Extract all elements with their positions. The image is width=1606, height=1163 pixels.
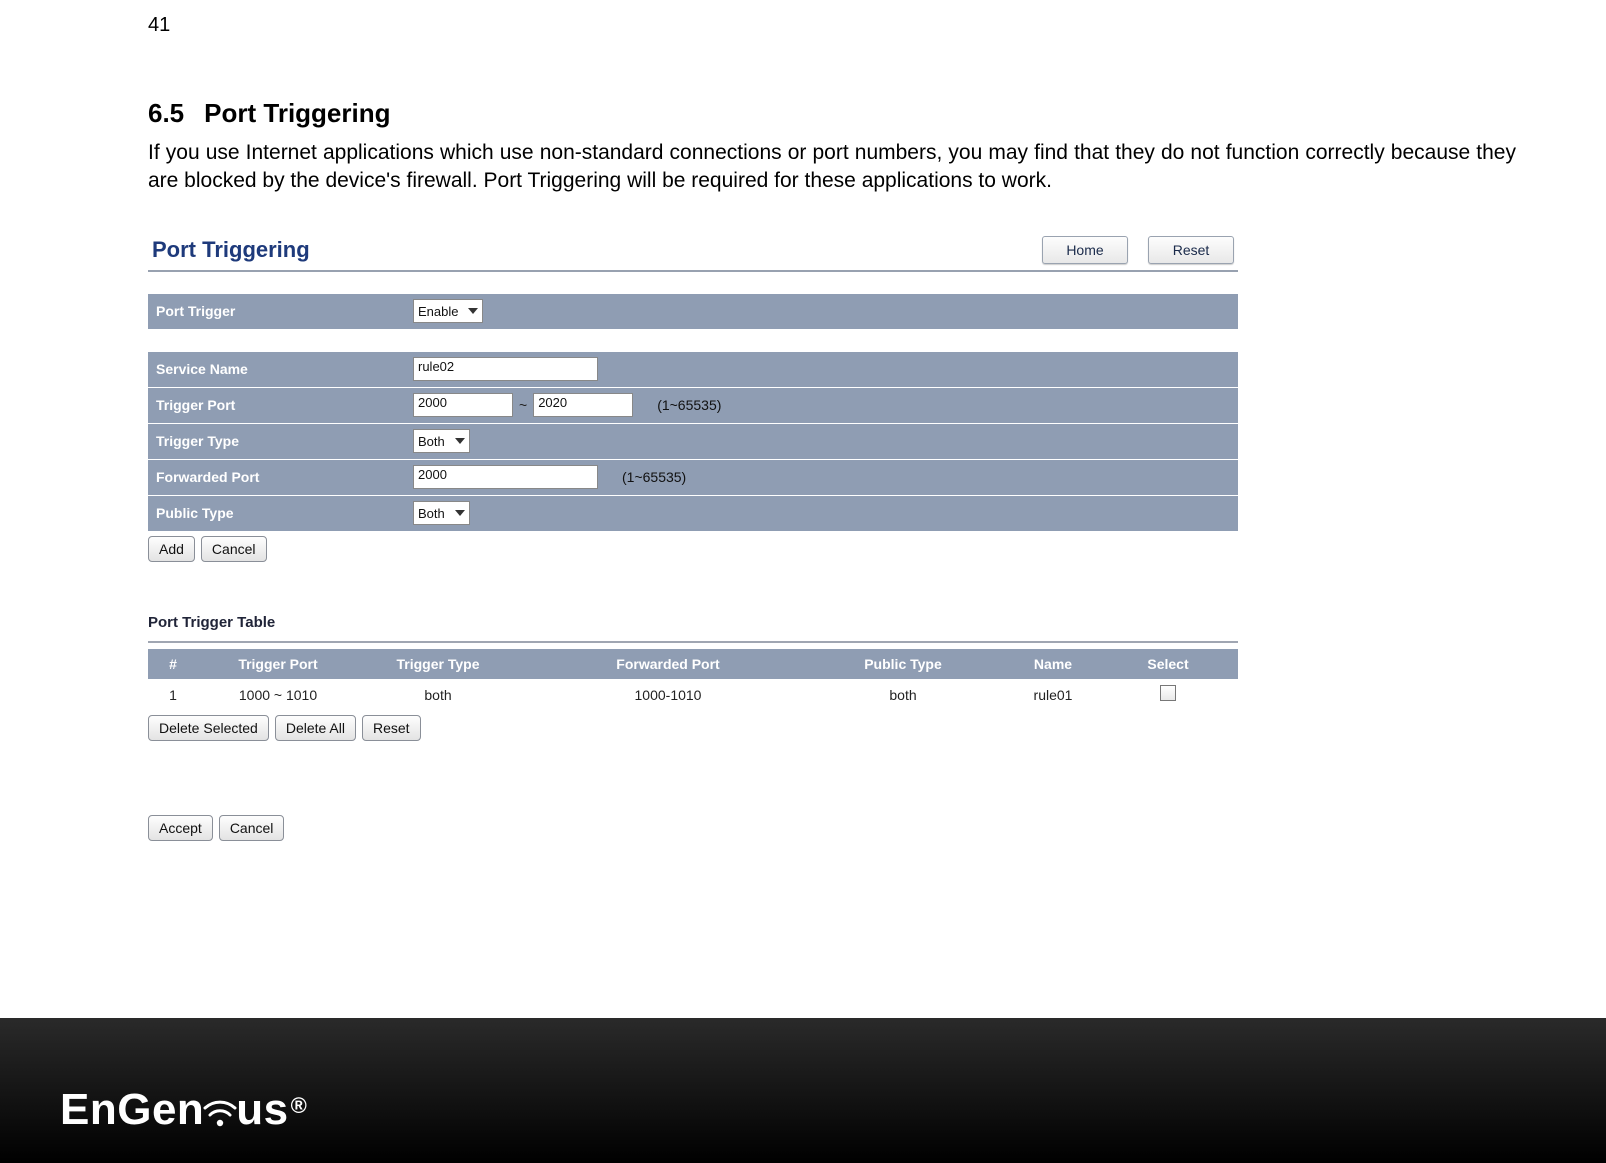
select-public-type[interactable]: Both — [413, 501, 470, 525]
input-trigger-port-from[interactable]: 2000 — [413, 393, 513, 417]
th-index: # — [148, 656, 198, 672]
bottom-button-row: Accept Cancel — [148, 815, 1238, 841]
wifi-icon — [202, 1093, 238, 1129]
label-trigger-type: Trigger Type — [148, 433, 413, 449]
hint-trigger-port: (1~65535) — [657, 397, 721, 413]
cell-index: 1 — [148, 687, 198, 703]
row-port-trigger: Port Trigger Enable — [148, 294, 1238, 330]
cell-public-type: both — [818, 687, 988, 703]
top-button-group: Home Reset — [1042, 236, 1234, 264]
table-header: # Trigger Port Trigger Type Forwarded Po… — [148, 649, 1238, 679]
th-forwarded-port: Forwarded Port — [518, 656, 818, 672]
chevron-down-icon — [455, 510, 465, 516]
form-button-row: Add Cancel — [148, 536, 1238, 562]
reset-button[interactable]: Reset — [1148, 236, 1234, 264]
cell-trigger-port: 1000 ~ 1010 — [198, 687, 358, 703]
label-public-type: Public Type — [148, 505, 413, 521]
input-trigger-port-to[interactable]: 2020 — [533, 393, 633, 417]
th-select: Select — [1118, 656, 1218, 672]
content-area: 6.5 Port Triggering If you use Internet a… — [148, 98, 1516, 841]
input-service-name[interactable]: rule02 — [413, 357, 598, 381]
accept-button[interactable]: Accept — [148, 815, 213, 841]
page-number: 41 — [148, 14, 170, 37]
section-title-text: Port Triggering — [204, 98, 390, 128]
row-service-name: Service Name rule02 — [148, 352, 1238, 388]
cell-select — [1118, 685, 1218, 704]
chevron-down-icon — [468, 308, 478, 314]
registered-icon: ® — [291, 1093, 308, 1119]
select-port-trigger-value: Enable — [418, 304, 458, 319]
engenius-logo: EnGen us ® — [60, 1085, 305, 1135]
add-button[interactable]: Add — [148, 536, 195, 562]
delete-selected-button[interactable]: Delete Selected — [148, 715, 269, 741]
section-body: If you use Internet applications which u… — [148, 139, 1516, 196]
home-button[interactable]: Home — [1042, 236, 1128, 264]
row-select-checkbox[interactable] — [1160, 685, 1176, 701]
select-port-trigger[interactable]: Enable — [413, 299, 483, 323]
panel-header: Port Triggering Home Reset — [148, 232, 1238, 270]
th-trigger-port: Trigger Port — [198, 656, 358, 672]
cell-name: rule01 — [988, 687, 1118, 703]
delete-all-button[interactable]: Delete All — [275, 715, 356, 741]
label-service-name: Service Name — [148, 361, 413, 377]
row-public-type: Public Type Both — [148, 496, 1238, 532]
table-reset-button[interactable]: Reset — [362, 715, 421, 741]
bottom-cancel-button[interactable]: Cancel — [219, 815, 285, 841]
logo-text-1: EnGen — [60, 1085, 204, 1135]
panel-divider — [148, 270, 1238, 272]
cell-trigger-type: both — [358, 687, 518, 703]
separator-tilde: ~ — [519, 397, 527, 413]
row-trigger-type: Trigger Type Both — [148, 424, 1238, 460]
hint-forwarded-port: (1~65535) — [622, 469, 686, 485]
th-name: Name — [988, 656, 1118, 672]
label-port-trigger: Port Trigger — [148, 303, 413, 319]
logo-text-2: us — [236, 1085, 288, 1135]
panel-title: Port Triggering — [152, 237, 310, 263]
label-forwarded-port: Forwarded Port — [148, 469, 413, 485]
section-number: 6.5 — [148, 98, 184, 129]
cancel-button[interactable]: Cancel — [201, 536, 267, 562]
table-divider — [148, 641, 1238, 643]
select-public-type-value: Both — [418, 506, 445, 521]
select-trigger-type[interactable]: Both — [413, 429, 470, 453]
section-heading: 6.5 Port Triggering — [148, 98, 1516, 129]
table-row: 1 1000 ~ 1010 both 1000-1010 both rule01 — [148, 679, 1238, 711]
row-forwarded-port: Forwarded Port 2000 (1~65535) — [148, 460, 1238, 496]
cell-forwarded-port: 1000-1010 — [518, 687, 818, 703]
select-trigger-type-value: Both — [418, 434, 445, 449]
table-button-row: Delete Selected Delete All Reset — [148, 715, 1238, 741]
input-forwarded-port[interactable]: 2000 — [413, 465, 598, 489]
row-trigger-port: Trigger Port 2000 ~ 2020 (1~65535) — [148, 388, 1238, 424]
label-trigger-port: Trigger Port — [148, 397, 413, 413]
table-title: Port Trigger Table — [148, 614, 1238, 631]
th-public-type: Public Type — [818, 656, 988, 672]
footer-bar: EnGen us ® — [0, 1018, 1606, 1163]
th-trigger-type: Trigger Type — [358, 656, 518, 672]
chevron-down-icon — [455, 438, 465, 444]
port-triggering-panel: Port Triggering Home Reset Port Trigger … — [148, 232, 1238, 841]
